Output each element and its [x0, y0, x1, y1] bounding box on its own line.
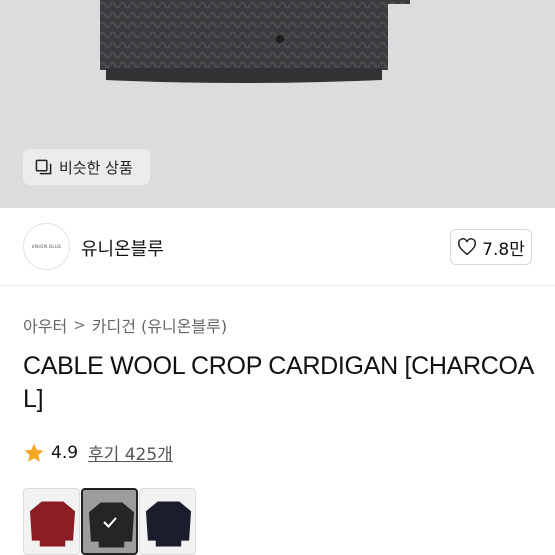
color-options	[23, 488, 196, 555]
like-count: 7.8만	[482, 239, 525, 260]
similar-items-button[interactable]: 비슷한 상품	[23, 149, 150, 185]
check-icon	[102, 516, 117, 528]
heart-icon	[458, 238, 477, 256]
sweater-thumbnail	[29, 501, 76, 547]
brand-name[interactable]: 유니온블루	[81, 235, 164, 261]
selected-overlay	[83, 490, 136, 553]
reviews-link[interactable]: 후기 425개	[88, 440, 173, 465]
brand-row: UNION BLUE 유니온블루 7.8만	[0, 208, 555, 286]
brand-logo[interactable]: UNION BLUE	[23, 223, 70, 270]
breadcrumb-item-outer[interactable]: 아우터	[23, 313, 67, 337]
like-button[interactable]: 7.8만	[450, 229, 532, 265]
chevron-right-icon: >	[73, 316, 86, 334]
color-swatch-red[interactable]	[23, 488, 80, 555]
color-swatch-navy[interactable]	[139, 488, 196, 555]
breadcrumb-item-cardigan[interactable]: 카디건 (유니온블루)	[92, 313, 227, 337]
similar-items-label: 비슷한 상품	[59, 158, 133, 177]
sweater-thumbnail	[145, 501, 192, 547]
color-swatch-charcoal[interactable]	[81, 488, 138, 555]
product-title: CABLE WOOL CROP CARDIGAN [CHARCOAL]	[23, 352, 535, 413]
star-icon	[24, 443, 44, 462]
cardigan-photo	[100, 0, 410, 83]
rating-score: 4.9	[51, 442, 79, 463]
breadcrumb: 아우터 > 카디건 (유니온블루)	[23, 313, 227, 337]
similar-items-icon	[35, 159, 52, 174]
brand-logo-text: UNION BLUE	[31, 244, 62, 249]
product-image[interactable]: 비슷한 상품	[0, 0, 555, 208]
rating: 4.9 후기 425개	[23, 440, 173, 465]
